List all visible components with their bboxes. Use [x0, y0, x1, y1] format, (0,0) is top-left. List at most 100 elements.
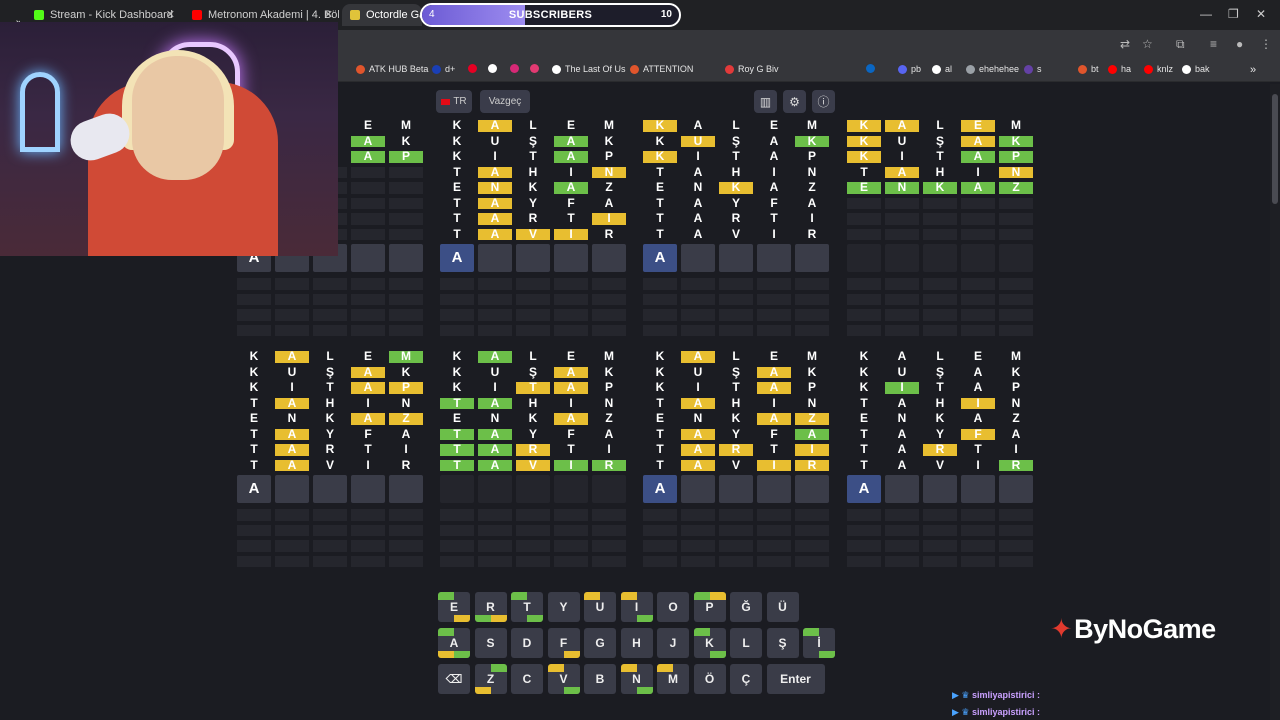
- key-t[interactable]: T: [511, 592, 543, 622]
- key-p[interactable]: P: [693, 592, 726, 622]
- window-close-icon[interactable]: ✕: [1256, 7, 1266, 21]
- key-ğ[interactable]: Ğ: [730, 592, 762, 622]
- key-f[interactable]: F: [547, 628, 580, 658]
- letter-tile: [389, 182, 423, 194]
- key-ş[interactable]: Ş: [766, 628, 799, 658]
- key-n[interactable]: N: [620, 664, 653, 694]
- letter-tile: E: [655, 411, 664, 425]
- bookmark-item[interactable]: pb: [898, 64, 921, 74]
- bookmark-item[interactable]: The Last Of Us: [552, 64, 626, 74]
- media-icon[interactable]: ≡: [1210, 37, 1217, 51]
- language-button[interactable]: TR: [436, 90, 472, 113]
- letter-tile: K: [643, 150, 677, 163]
- profile-avatar-icon[interactable]: ●: [1236, 37, 1243, 51]
- bookmark-item[interactable]: Roy G Biv: [725, 64, 779, 74]
- key-r[interactable]: R: [474, 592, 507, 622]
- key-v[interactable]: V: [547, 664, 580, 694]
- bookmark-item[interactable]: [488, 64, 501, 73]
- empty-tile: [389, 324, 423, 336]
- star-icon[interactable]: ☆: [1142, 37, 1153, 51]
- key-s[interactable]: S: [474, 628, 507, 658]
- key-i̇[interactable]: İ: [803, 628, 835, 658]
- bookmark-item[interactable]: al: [932, 64, 952, 74]
- input-tile: [275, 475, 309, 503]
- empty-tile: [681, 293, 715, 305]
- more-bookmarks-icon[interactable]: »: [1250, 64, 1256, 76]
- page-scrollbar[interactable]: [1270, 84, 1280, 720]
- empty-tile: [351, 324, 385, 336]
- key-z[interactable]: Z: [474, 664, 507, 694]
- bookmark-item[interactable]: knlz: [1144, 64, 1173, 74]
- bar-chart-icon[interactable]: ▥: [754, 90, 777, 113]
- key-c[interactable]: C: [511, 664, 543, 694]
- key-hint-mark: [693, 592, 710, 600]
- key-d[interactable]: D: [511, 628, 543, 658]
- extensions-icon[interactable]: ⧉: [1176, 37, 1185, 52]
- letter-tile: A: [554, 181, 588, 194]
- key-ü[interactable]: Ü: [766, 592, 799, 622]
- cancel-button[interactable]: Vazgeç: [480, 90, 530, 113]
- empty-tile: [757, 524, 791, 536]
- letter-tile: K: [604, 133, 614, 148]
- input-tile: A: [237, 475, 271, 503]
- bookmark-item[interactable]: bt: [1078, 64, 1099, 74]
- empty-row: [440, 293, 631, 305]
- key-y[interactable]: Y: [547, 592, 580, 622]
- bookmark-item[interactable]: [510, 64, 523, 73]
- key-ö[interactable]: Ö: [693, 664, 726, 694]
- bookmark-item[interactable]: bak: [1182, 64, 1210, 74]
- letter-tile: F: [567, 195, 575, 210]
- bookmark-item[interactable]: [530, 64, 543, 73]
- key-h[interactable]: H: [620, 628, 653, 658]
- key-o[interactable]: O: [657, 592, 689, 622]
- close-icon[interactable]: ✕: [166, 8, 175, 21]
- bookmark-item[interactable]: ha: [1108, 64, 1131, 74]
- bookmark-icon: [1182, 64, 1191, 74]
- info-icon[interactable]: ⓘ: [812, 90, 835, 113]
- key-hint-mark: [819, 650, 835, 658]
- close-icon[interactable]: ✕: [324, 8, 333, 21]
- key-i[interactable]: I: [620, 592, 653, 622]
- letter-tile: A: [275, 397, 309, 409]
- key-b[interactable]: B: [584, 664, 616, 694]
- gear-icon[interactable]: ⚙: [783, 90, 806, 113]
- key-m[interactable]: M: [657, 664, 689, 694]
- letter-tile: R: [795, 459, 829, 471]
- key-g[interactable]: G: [584, 628, 616, 658]
- backspace-key[interactable]: ⌫: [438, 664, 470, 694]
- key-j[interactable]: J: [657, 628, 689, 658]
- key-l[interactable]: L: [730, 628, 762, 658]
- minimize-icon[interactable]: —: [1200, 7, 1212, 21]
- empty-tile: [757, 509, 791, 521]
- bookmark-item[interactable]: ATTENTION: [630, 64, 693, 74]
- empty-tile: [554, 509, 588, 521]
- letter-tile: K: [859, 349, 869, 363]
- key-e[interactable]: E: [438, 592, 470, 622]
- enter-key[interactable]: Enter: [766, 664, 825, 694]
- bookmark-item[interactable]: [866, 64, 879, 73]
- key-k[interactable]: K: [693, 628, 726, 658]
- guess-row: KUŞAK: [237, 366, 428, 378]
- letter-tile: A: [478, 350, 512, 363]
- restore-icon[interactable]: ❐: [1228, 7, 1239, 21]
- letter-tile: A: [693, 211, 703, 225]
- bookmark-item[interactable]: ATK HUB Beta: [356, 64, 428, 74]
- key-ç[interactable]: Ç: [730, 664, 762, 694]
- bookmark-item[interactable]: s: [1024, 64, 1042, 74]
- letter-tile: P: [999, 150, 1033, 163]
- key-a[interactable]: A: [438, 628, 470, 658]
- bookmark-item[interactable]: d+: [432, 64, 455, 74]
- empty-tile: [999, 324, 1033, 336]
- letter-tile: N: [807, 164, 817, 179]
- bookmark-item[interactable]: ehehehee: [966, 64, 1019, 74]
- scrollbar-thumb[interactable]: [1272, 94, 1278, 204]
- tab-octordle-game[interactable]: Octordle Game: [342, 4, 422, 26]
- translate-icon[interactable]: ⇄: [1120, 37, 1130, 51]
- empty-row: [847, 509, 1038, 521]
- bynogame-logo: ✦ByNoGame: [1050, 614, 1216, 645]
- bookmark-label: al: [945, 64, 953, 74]
- empty-tile: [719, 540, 753, 552]
- menu-icon[interactable]: ⋮: [1260, 37, 1272, 51]
- key-u[interactable]: U: [584, 592, 616, 622]
- bookmark-item[interactable]: [468, 64, 481, 73]
